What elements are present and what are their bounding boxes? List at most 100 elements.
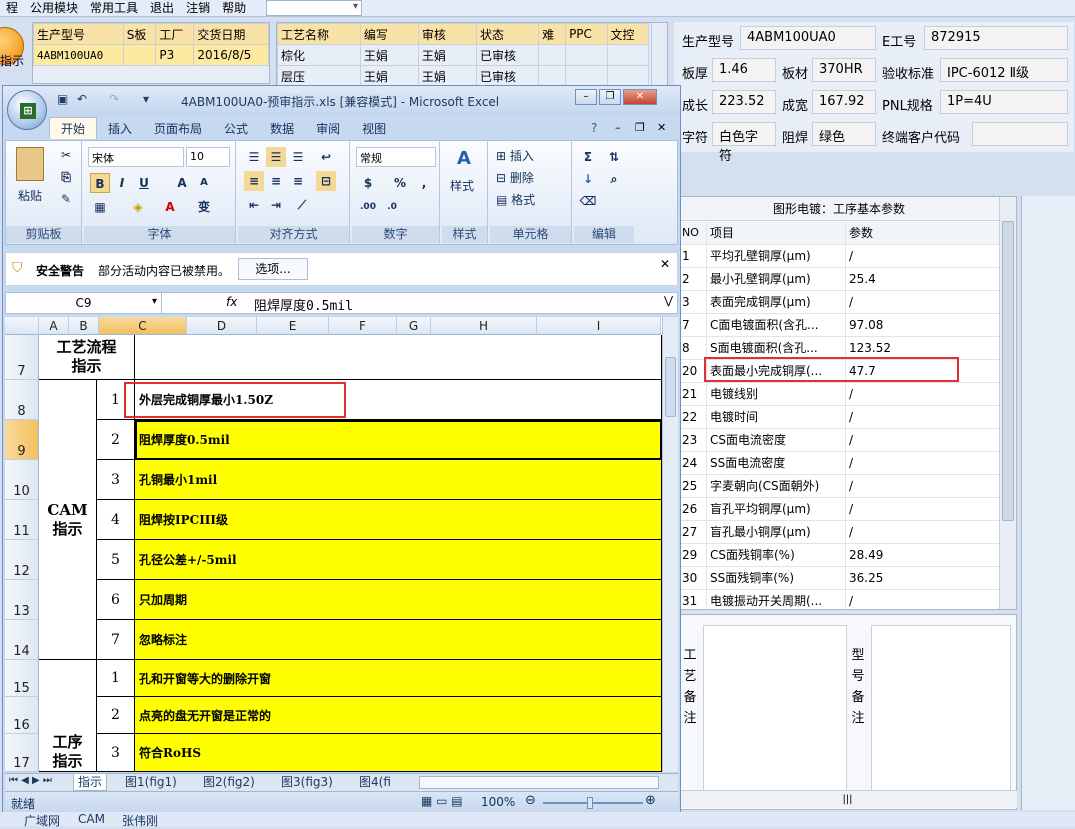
menu-dropdown[interactable] (266, 0, 362, 16)
cust-field[interactable] (972, 122, 1068, 146)
tab-formulas[interactable]: 公式 (213, 118, 259, 140)
col-date[interactable]: 交货日期 (193, 23, 269, 45)
cut-icon[interactable]: ✂ (56, 145, 76, 165)
row-header[interactable]: 14 (5, 620, 39, 660)
expand-formula-icon[interactable]: ⋁ (664, 294, 673, 307)
menu-item-1[interactable]: 公用模块 (24, 0, 84, 16)
font-name-select[interactable]: 宋体 (88, 147, 184, 167)
proc-group-cell[interactable]: 工序 指示 (39, 660, 97, 772)
comma-icon[interactable]: , (414, 173, 434, 193)
align-top-icon[interactable]: ☰ (244, 147, 264, 167)
col-sboard[interactable]: S板 (122, 23, 157, 45)
chevron-down-icon[interactable]: ▾ (152, 296, 157, 307)
item-text-cell[interactable]: 孔铜最小1mil (135, 460, 662, 500)
indent-dec-icon[interactable]: ⇤ (244, 195, 264, 215)
delete-cells-button[interactable]: ⊟ 删除 (496, 169, 534, 186)
paste-label[interactable]: 粘贴 (18, 187, 42, 204)
tab-insert[interactable]: 插入 (97, 118, 143, 140)
e-field[interactable]: 872915 (924, 26, 1068, 50)
row-header[interactable]: 11 (5, 500, 39, 540)
hscroll-right[interactable]: ||| (678, 790, 1017, 808)
column-header[interactable]: F (329, 317, 397, 335)
row7-empty-cell[interactable] (135, 335, 662, 380)
column-header[interactable]: I (537, 317, 661, 335)
table-row[interactable]: 23 CS面电流密度 / (679, 429, 999, 452)
orientation-icon[interactable]: ⟋ (292, 195, 312, 215)
align-center-icon[interactable]: ≡ (266, 171, 286, 191)
menu-item-0[interactable]: 程 (0, 0, 24, 16)
table-row[interactable]: 4ABM100UA0 P3 2016/8/5 (33, 44, 269, 66)
percent-icon[interactable]: % (390, 173, 410, 193)
grow-font-icon[interactable]: A (172, 173, 192, 193)
tab-view[interactable]: 视图 (351, 118, 397, 140)
sheet-tab-2[interactable]: 图2(fig2) (199, 774, 259, 791)
table-row[interactable]: 7 C面电镀面积(含孔... 97.08 (679, 314, 999, 337)
number-format-select[interactable]: 常规 (356, 147, 436, 167)
sort-filter-icon[interactable]: ⇅ (604, 147, 624, 167)
inc-decimal-icon[interactable]: .00 (358, 197, 378, 217)
col-factory[interactable]: 工厂 (155, 23, 195, 45)
redo-icon[interactable]: ↷ (109, 92, 119, 106)
col-author[interactable]: 编写 (359, 23, 419, 45)
col-process[interactable]: 工艺名称 (277, 23, 361, 45)
table-row[interactable]: 21 电镀线别 / (679, 383, 999, 406)
col-model[interactable]: 生产型号 (33, 23, 124, 45)
sheet-tab-3[interactable]: 图3(fig3) (277, 774, 337, 791)
border-icon[interactable]: ▦ (90, 197, 110, 217)
item-number-cell[interactable]: 2 (97, 697, 135, 734)
worksheet[interactable]: ABCDEFGHI 7 8 9 10 11 12 13 14 15 16 17 工艺流程 指示 CA… (5, 317, 662, 772)
wid-field[interactable]: 167.92 (812, 90, 876, 114)
merge-icon[interactable]: ⊟ (316, 171, 336, 191)
col-control[interactable]: 文控 (606, 23, 649, 45)
underline-icon[interactable]: U (134, 173, 154, 193)
bottom-tab-2[interactable]: 张伟刚 (122, 812, 158, 829)
options-button[interactable]: 选项... (238, 258, 308, 280)
save-icon[interactable]: ▣ (57, 92, 68, 106)
close-icon[interactable]: ✕ (660, 257, 670, 271)
fill-icon[interactable]: ↓ (578, 169, 598, 189)
insert-function-button[interactable]: fx (226, 295, 237, 309)
paste-icon[interactable] (16, 147, 44, 181)
format-painter-icon[interactable]: ✎ (56, 189, 76, 209)
menu-item-2[interactable]: 常用工具 (84, 0, 144, 16)
item-number-cell[interactable]: 3 (97, 460, 135, 500)
table-row[interactable]: 2 最小孔壁铜厚(μm) 25.4 (679, 268, 999, 291)
col-diff[interactable]: 难 (538, 23, 567, 45)
zoom-slider-thumb[interactable] (587, 797, 593, 809)
row-header[interactable]: 17 (5, 734, 39, 772)
table-row[interactable]: 22 电镀时间 / (679, 406, 999, 429)
row7-title-cell[interactable]: 工艺流程 指示 (39, 335, 135, 380)
item-number-cell[interactable]: 7 (97, 620, 135, 660)
col-status[interactable]: 状态 (475, 23, 540, 45)
horizontal-scrollbar[interactable] (419, 776, 659, 789)
model-notes-field[interactable] (871, 625, 1011, 805)
indent-inc-icon[interactable]: ⇥ (266, 195, 286, 215)
dec-decimal-icon[interactable]: .0 (382, 197, 402, 217)
item-number-cell[interactable]: 3 (97, 734, 135, 772)
qat-customize-icon[interactable]: ▾ (143, 92, 149, 106)
align-left-icon[interactable]: ≡ (244, 171, 264, 191)
column-header[interactable]: G (397, 317, 431, 335)
table-row[interactable]: 31 电镀振动开关周期(... / (679, 590, 999, 613)
item-text-cell[interactable]: 忽略标注 (135, 620, 662, 660)
column-header[interactable]: C (99, 317, 187, 335)
zoom-out-icon[interactable]: ⊖ (525, 793, 536, 808)
item-text-cell[interactable]: 孔径公差+/-5mil (135, 540, 662, 580)
params-scroll-thumb[interactable] (1002, 221, 1014, 521)
item-text-cell[interactable]: 孔和开窗等大的删除开窗 (135, 660, 662, 697)
currency-icon[interactable]: $ (358, 173, 378, 193)
bottom-tab-0[interactable]: 广域网 (24, 812, 60, 829)
menu-item-3[interactable]: 退出 (144, 0, 180, 16)
sheet-tab-0[interactable]: 指示 (73, 774, 108, 791)
table-row[interactable]: 1 平均孔壁铜厚(μm) / (679, 245, 999, 268)
minimize-button[interactable]: – (575, 89, 597, 105)
table-row[interactable]: 25 字麦朝向(CS面朝外) / (679, 475, 999, 498)
item-text-cell[interactable]: 点亮的盘无开窗是正常的 (135, 697, 662, 734)
table-row[interactable]: 30 SS面残铜率(%) 36.25 (679, 567, 999, 590)
formula-input[interactable]: 阻焊厚度0.5mil (254, 295, 353, 314)
ribbon-restore-icon[interactable]: ❐ (635, 121, 645, 134)
row-header[interactable]: 8 (5, 380, 39, 420)
align-bottom-icon[interactable]: ☰ (288, 147, 308, 167)
item-text-cell[interactable]: 只加周期 (135, 580, 662, 620)
bold-icon[interactable]: B (90, 173, 110, 193)
